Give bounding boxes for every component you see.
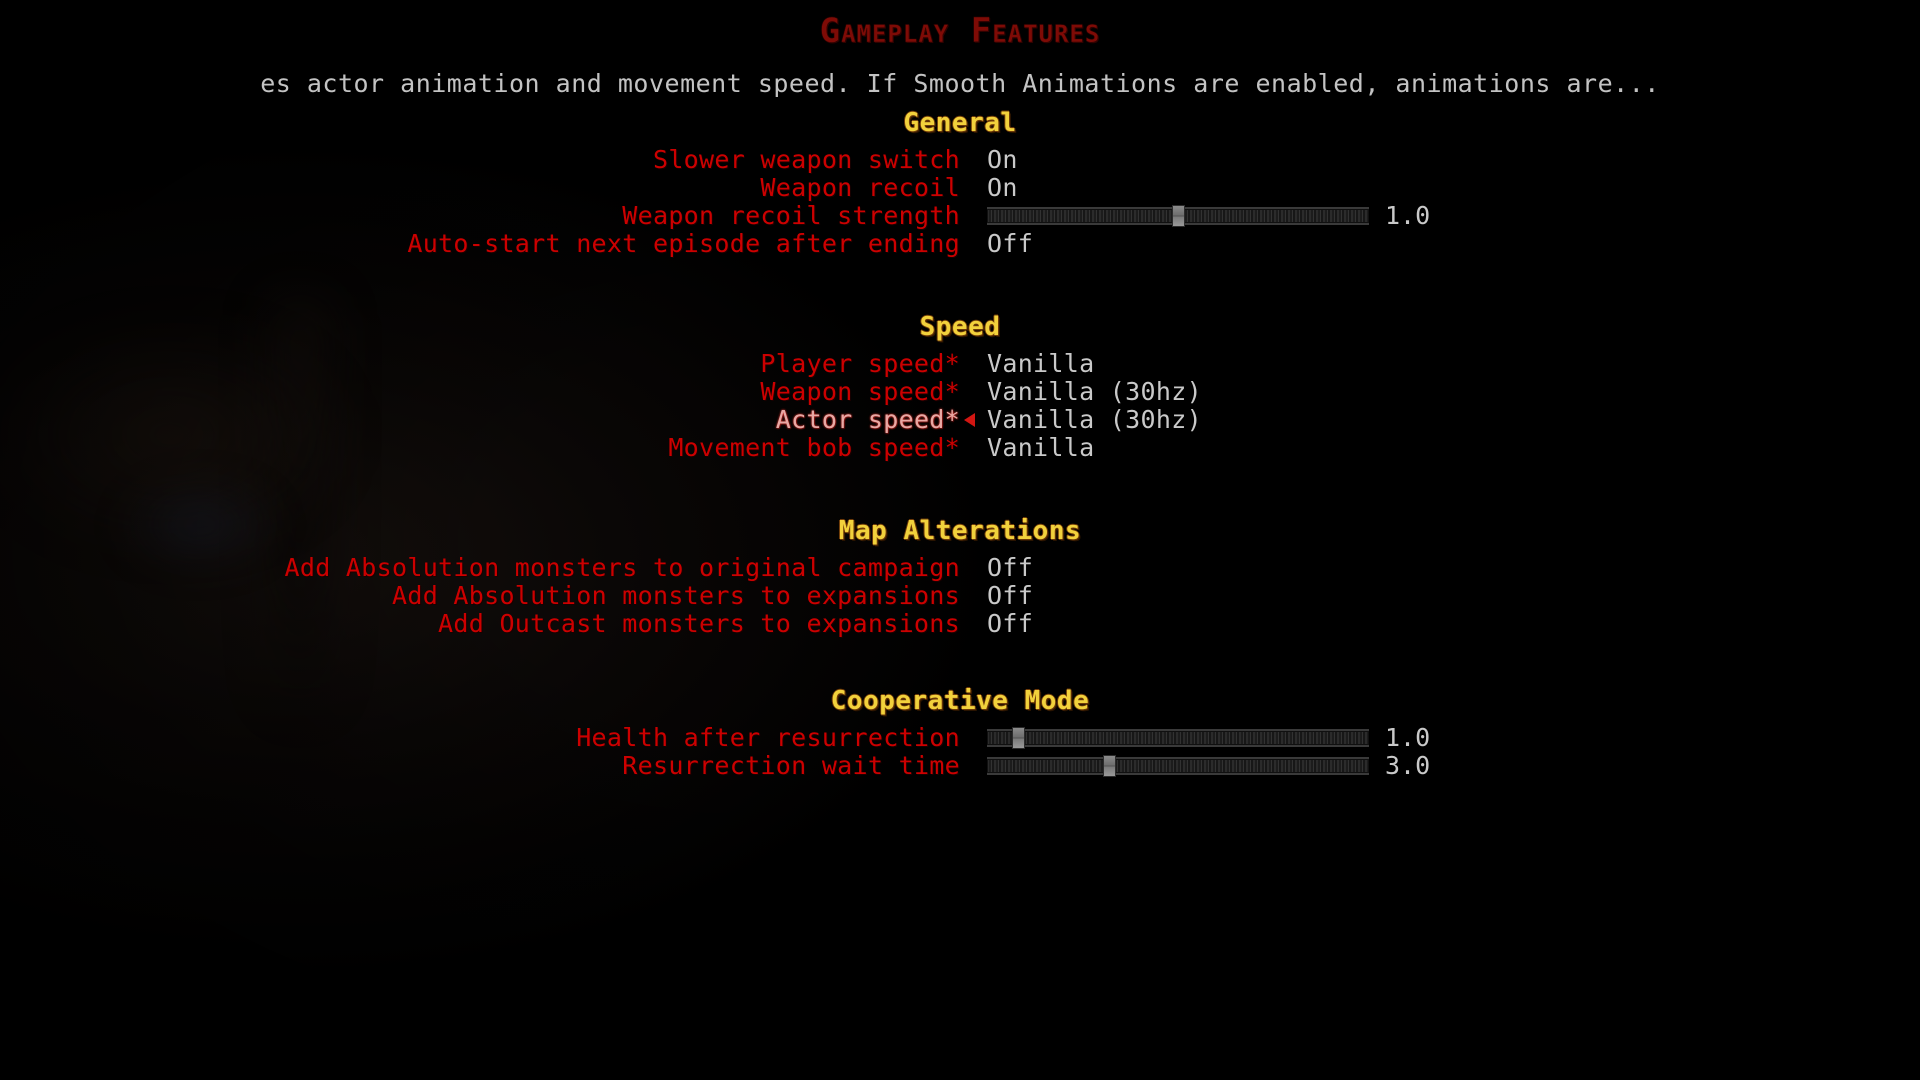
slider-thumb[interactable] (1011, 727, 1025, 749)
option-value[interactable]: On (987, 174, 1018, 202)
option-label: Resurrection wait time (622, 751, 960, 780)
option-row[interactable]: Health after resurrection 1.0 (0, 724, 1920, 752)
option-row[interactable]: Resurrection wait time 3.0 (0, 752, 1920, 780)
left-triangle-cursor-icon (964, 413, 975, 427)
slider-thumb[interactable] (1172, 205, 1185, 227)
option-slider[interactable] (987, 755, 1369, 777)
slider-value: 1.0 (1385, 201, 1431, 230)
option-slider[interactable] (987, 727, 1369, 749)
option-row[interactable]: Actor speed* Vanilla (30hz) (0, 406, 1920, 434)
menu-group-cooperative-mode: Cooperative Mode Health after resurrectio… (0, 686, 1920, 780)
option-row[interactable]: Weapon recoil On (0, 174, 1920, 202)
option-description-text: es actor animation and movement speed. I… (260, 69, 1660, 98)
menu-group-map-alterations: Map Alterations Add Absolution monsters t… (0, 516, 1920, 638)
option-label: Auto-start next episode after ending (407, 229, 960, 258)
option-label: Weapon recoil strength (622, 201, 960, 230)
slider-value: 1.0 (1385, 723, 1431, 752)
option-label: Add Absolution monsters to expansions (392, 581, 960, 610)
group-heading: General (903, 108, 1017, 138)
option-value[interactable]: Off (987, 554, 1033, 582)
menu-group-speed: Speed Player speed* Vanilla Weapon speed* Va… (0, 312, 1920, 462)
option-label: Weapon speed* (760, 377, 960, 406)
option-value[interactable]: Off (987, 582, 1033, 610)
option-value[interactable]: Vanilla (30hz) (987, 406, 1202, 434)
option-row[interactable]: Weapon speed* Vanilla (30hz) (0, 378, 1920, 406)
option-row[interactable]: Add Absolution monsters to original camp… (0, 554, 1920, 582)
menu-group-general: General Slower weapon switch On Weapon reco… (0, 108, 1920, 258)
group-rows: Player speed* Vanilla Weapon speed* Vanilla… (0, 350, 1920, 462)
option-value[interactable]: Off (987, 230, 1033, 258)
option-label: Health after resurrection (576, 723, 960, 752)
option-slider[interactable] (987, 205, 1369, 227)
game-screen: Gameplay Features es actor animation and… (0, 0, 1920, 1080)
group-heading: Cooperative Mode (830, 686, 1090, 716)
option-label: Add Outcast monsters to expansions (438, 609, 960, 638)
option-value[interactable]: Vanilla (987, 434, 1094, 462)
option-label: Player speed* (760, 349, 960, 378)
option-row[interactable]: Add Outcast monsters to expansions Off (0, 610, 1920, 638)
option-row[interactable]: Movement bob speed* Vanilla (0, 434, 1920, 462)
option-label: Slower weapon switch (652, 145, 960, 174)
option-row[interactable]: Add Absolution monsters to expansions Off (0, 582, 1920, 610)
slider-thumb[interactable] (1103, 755, 1117, 777)
group-rows: Slower weapon switch On Weapon recoil On Wea… (0, 146, 1920, 258)
option-label: Add Absolution monsters to original camp… (284, 553, 960, 582)
slider-track[interactable] (987, 757, 1369, 775)
option-row[interactable]: Weapon recoil strength 1.0 (0, 202, 1920, 230)
option-value[interactable]: On (987, 146, 1018, 174)
option-label: Weapon recoil (760, 173, 960, 202)
group-heading: Speed (919, 312, 1001, 342)
option-label: Actor speed* (775, 405, 960, 434)
option-row[interactable]: Slower weapon switch On (0, 146, 1920, 174)
options-menu: Gameplay Features es actor animation and… (0, 0, 1920, 1080)
group-rows: Add Absolution monsters to original camp… (0, 554, 1920, 638)
option-row[interactable]: Auto-start next episode after ending Off (0, 230, 1920, 258)
slider-track[interactable] (987, 729, 1369, 747)
option-value[interactable]: Vanilla (30hz) (987, 378, 1202, 406)
option-label: Movement bob speed* (668, 433, 960, 462)
group-heading: Map Alterations (838, 516, 1082, 546)
slider-value: 3.0 (1385, 751, 1431, 780)
group-rows: Health after resurrection 1.0 Resurrection… (0, 724, 1920, 780)
option-value[interactable]: Off (987, 610, 1033, 638)
page-title: Gameplay Features (819, 11, 1101, 51)
option-row[interactable]: Player speed* Vanilla (0, 350, 1920, 378)
option-value[interactable]: Vanilla (987, 350, 1094, 378)
